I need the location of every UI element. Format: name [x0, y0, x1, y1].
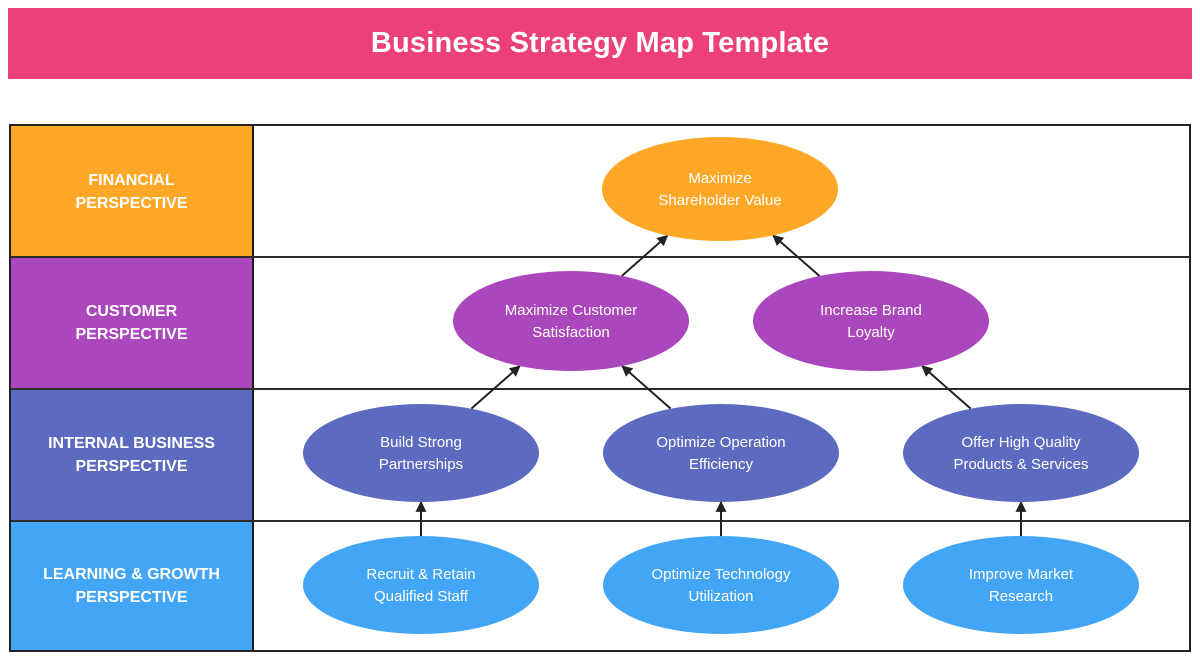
- objective-ellipse[interactable]: [453, 271, 689, 371]
- objective-maximize-shareholder-value[interactable]: Maximize Shareholder Value: [602, 137, 838, 241]
- objective-ellipse[interactable]: [903, 404, 1139, 502]
- objective-optimize-technology-utilization[interactable]: Optimize Technology Utilization: [603, 536, 839, 634]
- objective-label: Recruit & Retain: [366, 566, 475, 583]
- objective-label: Optimize Operation: [656, 434, 785, 451]
- objective-label: Efficiency: [689, 456, 753, 473]
- arrow-offer-high-quality-products-to-increase-brand-loyalty: [921, 365, 972, 410]
- objective-label: Loyalty: [847, 324, 895, 341]
- objective-offer-high-quality-products[interactable]: Offer High Quality Products & Services: [903, 404, 1139, 502]
- objective-label: Build Strong: [380, 434, 462, 451]
- objective-label: Increase Brand: [820, 302, 922, 319]
- objective-ellipse[interactable]: [303, 404, 539, 502]
- objective-ellipse[interactable]: [753, 271, 989, 371]
- arrow-maximize-customer-satisfaction-to-maximize-shareholder-value: [621, 234, 669, 277]
- objective-label: Partnerships: [379, 456, 463, 473]
- arrow-increase-brand-loyalty-to-maximize-shareholder-value: [772, 234, 821, 277]
- objectives-diagram: Maximize Shareholder Value Maximize Custom…: [303, 137, 1139, 634]
- arrow-build-strong-partnerships-to-maximize-customer-satisfaction: [470, 365, 521, 410]
- objective-label: Utilization: [688, 588, 753, 605]
- objective-ellipse[interactable]: [903, 536, 1139, 634]
- objective-label: Maximize Customer: [505, 302, 638, 319]
- objective-improve-market-research[interactable]: Improve Market Research: [903, 536, 1139, 634]
- objective-recruit-retain-staff[interactable]: Recruit & Retain Qualified Staff: [303, 536, 539, 634]
- objective-label: Maximize: [688, 170, 751, 187]
- objective-label: Shareholder Value: [658, 192, 781, 209]
- objective-ellipse[interactable]: [602, 137, 838, 241]
- objective-label: Satisfaction: [532, 324, 610, 341]
- objective-label: Offer High Quality: [962, 434, 1081, 451]
- objective-label: Improve Market: [969, 566, 1074, 583]
- objective-optimize-operation-efficiency[interactable]: Optimize Operation Efficiency: [603, 404, 839, 502]
- objective-build-strong-partnerships[interactable]: Build Strong Partnerships: [303, 404, 539, 502]
- objective-maximize-customer-satisfaction[interactable]: Maximize Customer Satisfaction: [453, 271, 689, 371]
- objective-label: Qualified Staff: [374, 588, 469, 605]
- objective-increase-brand-loyalty[interactable]: Increase Brand Loyalty: [753, 271, 989, 371]
- objective-label: Products & Services: [953, 456, 1088, 473]
- objective-ellipse[interactable]: [603, 404, 839, 502]
- objective-label: Optimize Technology: [652, 566, 791, 583]
- objective-label: Research: [989, 588, 1053, 605]
- objective-ellipse[interactable]: [303, 536, 539, 634]
- arrow-optimize-operation-efficiency-to-maximize-customer-satisfaction: [621, 365, 672, 410]
- objective-ellipse[interactable]: [603, 536, 839, 634]
